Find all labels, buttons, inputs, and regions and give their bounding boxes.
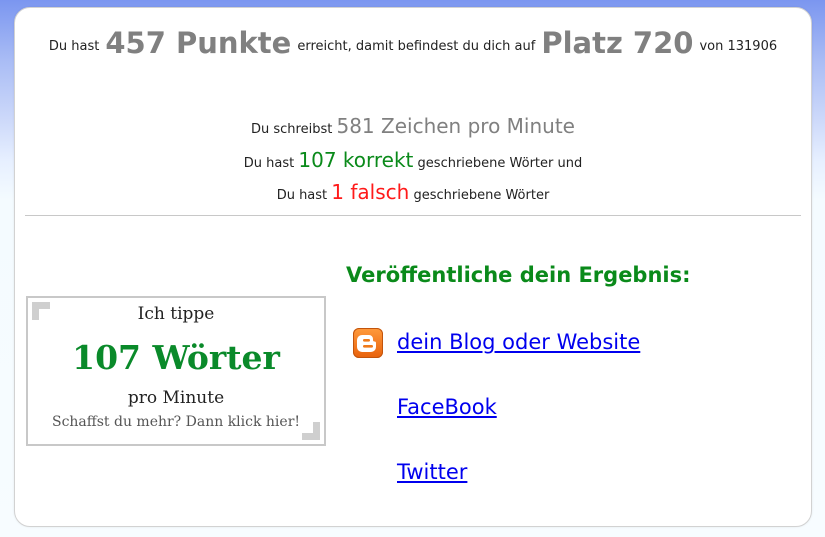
score-prefix: Du hast	[48, 39, 100, 54]
blog-website-link[interactable]: dein Blog oder Website	[397, 330, 640, 354]
correct-suffix: geschriebene Wörter und	[417, 156, 583, 171]
correct-prefix: Du hast	[243, 156, 295, 171]
correct-value: 107 korrekt	[298, 148, 414, 172]
rank-value: Platz 720	[541, 26, 694, 60]
badge-unit: pro Minute	[127, 388, 225, 408]
speed-stat: Du schreibst 581 Zeichen pro Minute	[15, 114, 811, 138]
badge-challenge: Schaffst du mehr? Dann klick hier!	[51, 414, 301, 430]
badge-intro: Ich tippe	[137, 304, 215, 324]
correct-stat: Du hast 107 korrekt geschriebene Wörter …	[15, 148, 811, 172]
score-middle-text: erreicht, damit befindest du dich auf	[297, 39, 536, 54]
blogger-icon[interactable]	[353, 328, 383, 358]
publish-heading: Veröffentliche dein Ergebnis:	[346, 263, 691, 287]
result-card: Du hast 457 Punkte erreicht, damit befinde…	[14, 7, 812, 527]
wrong-prefix: Du hast	[276, 188, 328, 203]
speed-value: 581 Zeichen pro Minute	[336, 114, 575, 138]
rank-suffix: von 131906	[699, 39, 778, 54]
badge-words-per-minute: 107 Wörter	[72, 338, 280, 377]
points-value: 457 Punkte	[105, 26, 292, 60]
wrong-suffix: geschriebene Wörter	[413, 188, 550, 203]
score-summary: Du hast 457 Punkte erreicht, damit befinde…	[15, 26, 811, 60]
twitter-link[interactable]: Twitter	[397, 460, 467, 484]
facebook-link[interactable]: FaceBook	[397, 395, 497, 419]
wrong-value: 1 falsch	[331, 180, 410, 204]
divider	[25, 215, 801, 216]
result-badge[interactable]: Ich tippe 107 Wörter pro Minute Schaffst…	[26, 296, 326, 446]
wrong-stat: Du hast 1 falsch geschriebene Wörter	[15, 180, 811, 204]
speed-prefix: Du schreibst	[251, 122, 333, 137]
